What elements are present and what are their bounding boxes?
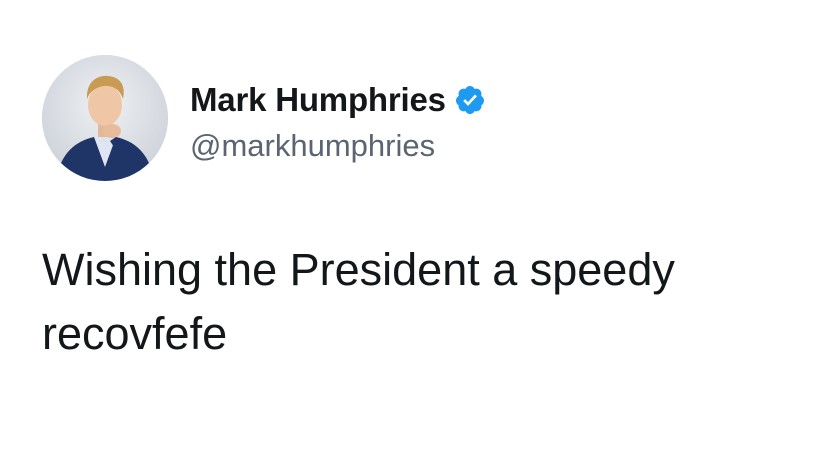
tweet-text-line-2: recovfefe — [42, 308, 228, 359]
author-block: Mark Humphries @markhumphries — [190, 78, 486, 164]
name-row: Mark Humphries — [190, 78, 486, 122]
user-handle[interactable]: @markhumphries — [190, 128, 486, 164]
tweet-card: Mark Humphries @markhumphries Wishing th… — [0, 0, 824, 469]
profile-photo-icon — [42, 55, 168, 181]
verified-badge-icon — [454, 84, 486, 116]
tweet-text-line-1: Wishing the President a speedy — [42, 244, 675, 295]
avatar[interactable] — [42, 55, 168, 181]
tweet-text: Wishing the President a speedy recovfefe — [42, 238, 802, 366]
display-name[interactable]: Mark Humphries — [190, 81, 446, 119]
